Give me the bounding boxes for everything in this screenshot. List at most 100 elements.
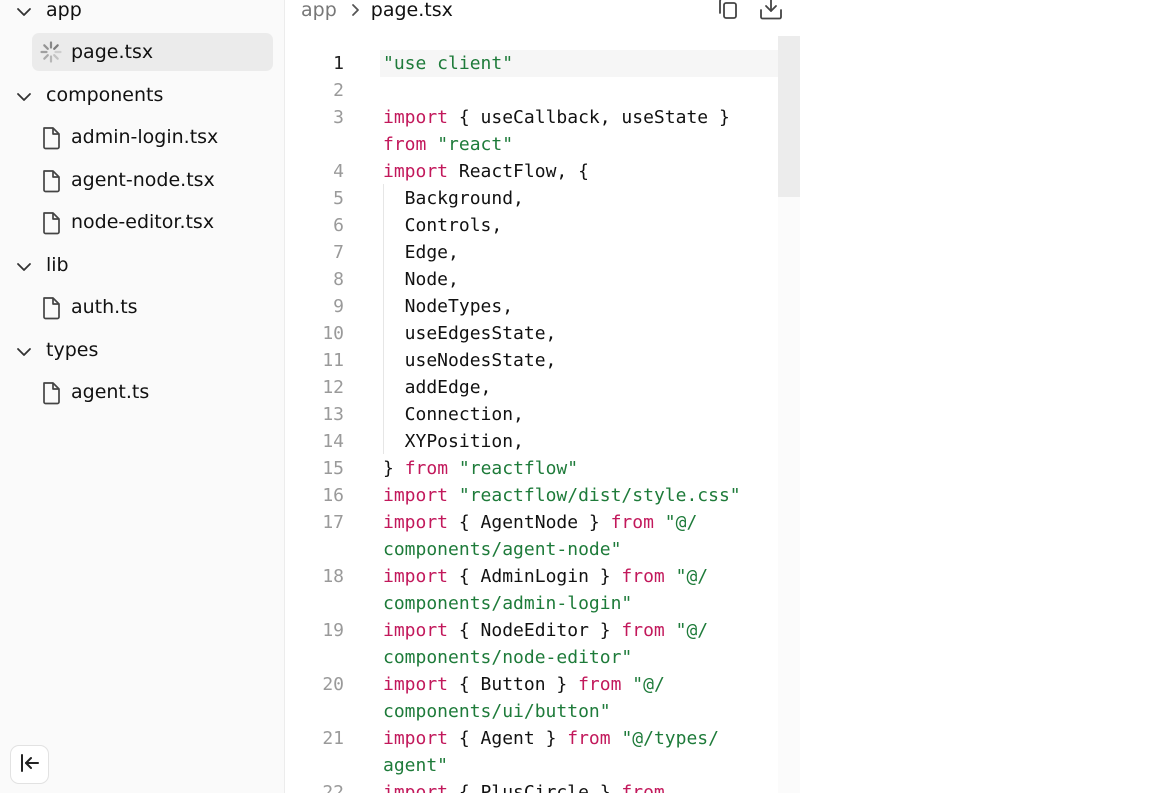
code-keyword: import <box>383 107 449 128</box>
code-text: import { AdminLogin } from "@/ <box>383 563 708 590</box>
code-token: { Agent } <box>448 728 568 749</box>
line-number: 4 <box>333 161 344 182</box>
line-number: 18 <box>322 566 344 587</box>
code-line[interactable]: components/agent-node" <box>284 536 800 563</box>
code-text: import { PlusCircle } from <box>383 779 665 793</box>
file-icon <box>40 211 62 239</box>
code-text: } from "reactflow" <box>383 455 578 482</box>
folder-types[interactable]: types <box>0 331 284 369</box>
breadcrumb-folder[interactable]: app <box>301 0 337 21</box>
collapse-sidebar-button[interactable] <box>10 745 49 784</box>
line-number: 12 <box>322 377 344 398</box>
code-line[interactable]: agent" <box>284 752 800 779</box>
folder-components[interactable]: components <box>0 76 284 114</box>
code-line[interactable]: 5 Background, <box>284 185 800 212</box>
file-node-editor-tsx[interactable]: node-editor.tsx <box>0 203 284 241</box>
code-keyword: from <box>567 728 611 749</box>
line-number: 17 <box>322 512 344 533</box>
line-number: 2 <box>333 80 344 101</box>
code-line[interactable]: 18 import { AdminLogin } from "@/ <box>284 563 800 590</box>
code-token: Edge, <box>383 242 459 263</box>
file-agent-ts[interactable]: agent.ts <box>0 373 284 411</box>
code-line[interactable]: components/admin-login" <box>284 590 800 617</box>
file-icon <box>40 381 62 409</box>
code-line[interactable]: 9 NodeTypes, <box>284 293 800 320</box>
folder-app[interactable]: app <box>0 0 284 29</box>
editor-scrollbar-thumb[interactable] <box>778 36 800 197</box>
code-line[interactable]: 16 import "reactflow/dist/style.css" <box>284 482 800 509</box>
code-line[interactable]: 7 Edge, <box>284 239 800 266</box>
code-line[interactable]: 22 import { PlusCircle } from <box>284 779 800 793</box>
code-text: Background, <box>383 185 524 212</box>
code-string: components/ui/button" <box>383 701 611 722</box>
code-line[interactable]: 3 import { useCallback, useState } <box>284 104 800 131</box>
file-label: admin-login.tsx <box>71 126 219 148</box>
copy-button[interactable] <box>717 0 741 22</box>
code-text: useEdgesState, <box>383 320 557 347</box>
code-text: import "reactflow/dist/style.css" <box>383 482 741 509</box>
folder-label: lib <box>46 254 69 276</box>
line-number: 11 <box>322 350 344 371</box>
code-text: Connection, <box>383 401 524 428</box>
file-label: agent-node.tsx <box>71 169 215 191</box>
code-line[interactable]: 12 addEdge, <box>284 374 800 401</box>
file-icon <box>40 296 62 324</box>
code-line[interactable]: 6 Controls, <box>284 212 800 239</box>
file-page-tsx[interactable]: page.tsx <box>0 33 284 71</box>
line-number: 9 <box>333 296 344 317</box>
code-text: components/ui/button" <box>383 698 611 725</box>
code-line[interactable]: 15} from "reactflow" <box>284 455 800 482</box>
code-line[interactable]: 10 useEdgesState, <box>284 320 800 347</box>
code-token: { AgentNode } <box>448 512 611 533</box>
code-string: "react" <box>437 134 514 155</box>
code-line[interactable]: 1 "use client" <box>284 50 800 77</box>
chevron-right-icon <box>351 3 361 17</box>
code-keyword: from <box>578 674 622 695</box>
code-text: useNodesState, <box>383 347 557 374</box>
code-editor[interactable]: 1 "use client" 2 3 import { useCallback, use… <box>284 36 800 793</box>
code-line[interactable]: 4 import ReactFlow, { <box>284 158 800 185</box>
line-number: 14 <box>322 431 344 452</box>
indent-guide <box>383 184 384 454</box>
code-line[interactable]: 21 import { Agent } from "@/types/ <box>284 725 800 752</box>
folder-lib[interactable]: lib <box>0 246 284 284</box>
file-admin-login-tsx[interactable]: admin-login.tsx <box>0 118 284 156</box>
folder-label: types <box>46 339 99 361</box>
code-line[interactable]: 17 import { AgentNode } from "@/ <box>284 509 800 536</box>
file-auth-ts[interactable]: auth.ts <box>0 288 284 326</box>
spinner-icon <box>40 41 62 67</box>
code-token: { Button } <box>448 674 579 695</box>
code-line[interactable]: 19 import { NodeEditor } from "@/ <box>284 617 800 644</box>
code-line[interactable]: 14 XYPosition, <box>284 428 800 455</box>
code-line[interactable]: 13 Connection, <box>284 401 800 428</box>
code-line[interactable]: 8 Node, <box>284 266 800 293</box>
code-text: Edge, <box>383 239 459 266</box>
code-line[interactable]: components/ui/button" <box>284 698 800 725</box>
code-keyword: import <box>383 620 449 641</box>
code-token: Node, <box>383 269 459 290</box>
folder-label: app <box>46 0 82 21</box>
code-line[interactable]: 11 useNodesState, <box>284 347 800 374</box>
line-number: 13 <box>322 404 344 425</box>
code-token: ReactFlow, { <box>448 161 589 182</box>
code-text: components/agent-node" <box>383 536 621 563</box>
chevron-down-icon <box>16 258 32 277</box>
chevron-down-icon <box>16 3 32 22</box>
download-button[interactable] <box>759 0 783 22</box>
code-line[interactable]: from "react" <box>284 131 800 158</box>
code-string: "@/ <box>675 620 709 641</box>
line-number: 5 <box>333 188 344 209</box>
code-line[interactable]: 20 import { Button } from "@/ <box>284 671 800 698</box>
code-text: import ReactFlow, { <box>383 158 589 185</box>
code-string: agent" <box>383 755 449 776</box>
file-agent-node-tsx[interactable]: agent-node.tsx <box>0 161 284 199</box>
code-line[interactable]: 2 <box>284 77 800 104</box>
chevron-down-icon <box>16 343 32 362</box>
code-line[interactable]: components/node-editor" <box>284 644 800 671</box>
breadcrumb: app page.tsx <box>301 0 453 22</box>
line-number: 21 <box>322 728 344 749</box>
code-text: NodeTypes, <box>383 293 513 320</box>
code-keyword: import <box>383 566 449 587</box>
